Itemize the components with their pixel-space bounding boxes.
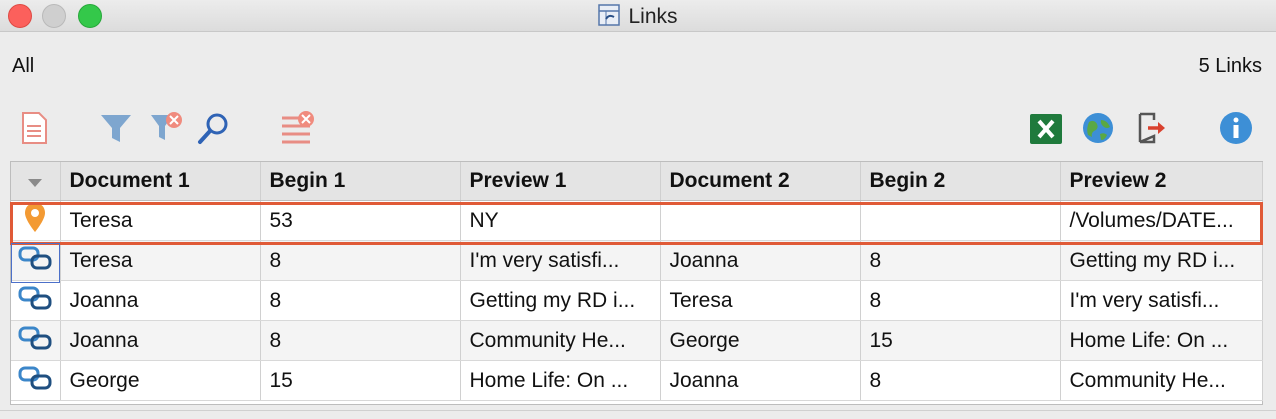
cell-document-2: George [660,320,861,361]
cell-begin-2: 15 [860,320,1061,361]
column-header-begin-1[interactable]: Begin 1 [260,162,461,201]
cell-begin-1: 53 [260,200,461,241]
sort-column-header[interactable] [11,162,61,201]
document-icon[interactable] [16,110,52,146]
cell-document-1: Joanna [60,280,261,321]
cell-document-2 [660,200,861,241]
search-icon[interactable] [196,110,232,146]
column-header-preview-1[interactable]: Preview 1 [460,162,661,201]
cell-begin-2: 8 [860,240,1061,281]
cell-document-1: Joanna [60,320,261,361]
table-row[interactable]: Joanna 8 Community He... George 15 Home … [11,320,1263,361]
table-row[interactable]: Joanna 8 Getting my RD i... Teresa 8 I'm… [11,280,1263,321]
cell-preview-1: Getting my RD i... [460,280,661,321]
cell-preview-1: NY [460,200,661,241]
export-icon[interactable] [1134,110,1170,146]
window-title: Links [628,5,678,28]
filter-label: All [12,55,35,77]
cell-preview-1: Home Life: On ... [460,360,661,401]
cell-preview-2: Home Life: On ... [1060,320,1263,361]
cell-preview-2: Community He... [1060,360,1263,401]
cell-document-1: George [60,360,261,401]
column-header-preview-2[interactable]: Preview 2 [1060,162,1263,201]
cell-document-2: Joanna [660,360,861,401]
cell-begin-1: 8 [260,280,461,321]
column-header-document-2[interactable]: Document 2 [660,162,861,201]
cell-preview-2: I'm very satisfi... [1060,280,1263,321]
cell-begin-1: 15 [260,360,461,401]
table-header: Document 1 Begin 1 Preview 1 Document 2 … [11,162,1263,201]
cell-preview-2: /Volumes/DATE... [1060,200,1263,241]
links-count: 5 Links [1198,55,1262,77]
cell-preview-1: Community He... [460,320,661,361]
window-title-area: Links [0,4,1276,29]
cell-document-1: Teresa [60,200,261,241]
cell-begin-1: 8 [260,320,461,361]
cell-document-2: Joanna [660,240,861,281]
footer-divider [0,410,1276,411]
column-header-begin-2[interactable]: Begin 2 [860,162,1061,201]
cell-begin-2 [860,200,1061,241]
web-export-icon[interactable] [1080,110,1116,146]
cell-begin-2: 8 [860,280,1061,321]
clear-list-icon[interactable] [280,110,316,146]
filter-icon[interactable] [98,110,134,146]
info-icon[interactable] [1218,110,1254,146]
links-window-icon [598,4,621,26]
link-icon [11,280,61,321]
pin-icon [11,200,61,241]
table-row[interactable]: Teresa 8 I'm very satisfi... Joanna 8 Ge… [11,240,1263,281]
table-row[interactable]: George 15 Home Life: On ... Joanna 8 Com… [11,360,1263,401]
chevron-down-icon [28,179,43,187]
link-icon [11,240,61,281]
table-row[interactable]: Teresa 53 NY /Volumes/DATE... [11,200,1263,241]
cell-preview-2: Getting my RD i... [1060,240,1263,281]
clear-filter-icon[interactable] [148,110,184,146]
link-icon [11,360,61,401]
cell-begin-1: 8 [260,240,461,281]
cell-preview-1: I'm very satisfi... [460,240,661,281]
column-header-document-1[interactable]: Document 1 [60,162,261,201]
links-table: Document 1 Begin 1 Preview 1 Document 2 … [10,161,1263,405]
cell-begin-2: 8 [860,360,1061,401]
excel-export-icon[interactable] [1028,110,1064,146]
title-bar: Links [0,0,1276,32]
cell-document-1: Teresa [60,240,261,281]
cell-document-2: Teresa [660,280,861,321]
link-icon [11,320,61,361]
